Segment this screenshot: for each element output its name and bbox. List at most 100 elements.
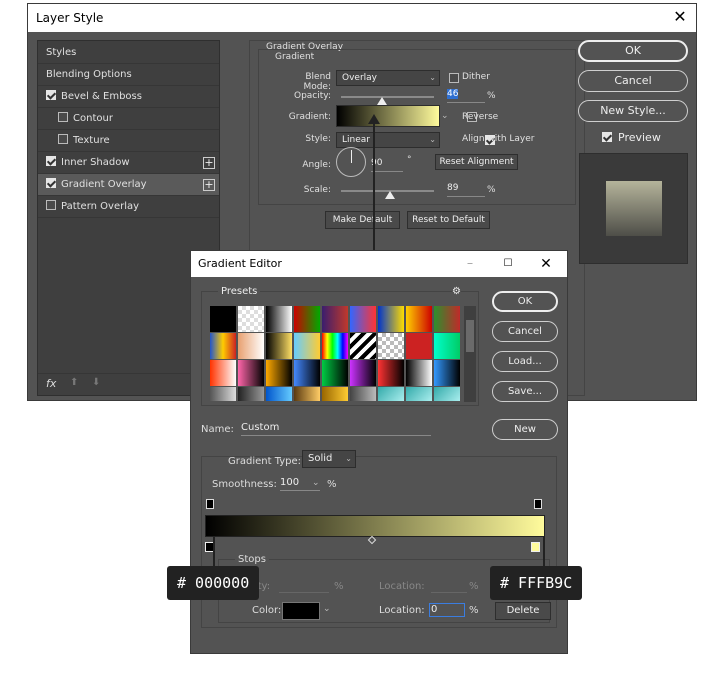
preset-swatch[interactable] <box>266 333 292 359</box>
new-style-button[interactable]: New Style... <box>578 100 688 122</box>
scrollbar-thumb[interactable] <box>466 320 474 352</box>
sidebar-checkbox[interactable] <box>46 200 56 210</box>
cancel-button[interactable]: Cancel <box>578 70 688 92</box>
sidebar-item-inner-shadow[interactable]: Inner Shadow + <box>38 152 219 174</box>
fx-icon[interactable]: fx <box>46 377 56 390</box>
sidebar-checkbox[interactable] <box>46 156 56 166</box>
preset-swatch[interactable] <box>434 306 460 332</box>
delete-button[interactable]: Delete <box>495 602 551 620</box>
ok-button[interactable]: OK <box>492 291 558 312</box>
scale-input[interactable]: 89 <box>447 183 485 197</box>
maximize-icon[interactable]: ☐ <box>499 255 517 273</box>
sidebar-checkbox[interactable] <box>46 90 56 100</box>
reset-alignment-button[interactable]: Reset Alignment <box>435 154 518 170</box>
sidebar-item-blending-options[interactable]: Blending Options <box>38 64 219 86</box>
chevron-down-icon[interactable]: ⌄ <box>441 105 451 127</box>
make-default-button[interactable]: Make Default <box>325 211 400 229</box>
preset-swatch[interactable] <box>266 360 292 386</box>
style-select[interactable]: Linear ⌄ <box>336 132 440 148</box>
sidebar-checkbox[interactable] <box>58 134 68 144</box>
preset-swatch[interactable] <box>294 306 320 332</box>
preset-swatch[interactable] <box>406 387 432 401</box>
preset-swatch[interactable] <box>322 306 348 332</box>
preset-swatch[interactable] <box>350 360 376 386</box>
dither-checkbox[interactable] <box>449 73 459 83</box>
preview-checkbox[interactable] <box>602 132 612 142</box>
gradient-swatch[interactable] <box>336 105 440 127</box>
preset-swatch[interactable] <box>210 360 236 386</box>
preset-swatch[interactable] <box>378 387 404 401</box>
stop-color-swatch[interactable] <box>282 602 320 620</box>
angle-dial[interactable] <box>336 147 366 177</box>
opacity-stop-left[interactable] <box>206 499 214 509</box>
preset-swatch[interactable] <box>294 333 320 359</box>
minimize-icon[interactable]: ⎯ <box>461 255 479 273</box>
preset-swatch[interactable] <box>238 333 264 359</box>
reset-to-default-button[interactable]: Reset to Default <box>407 211 490 229</box>
chevron-down-icon[interactable]: ⌄ <box>323 604 331 614</box>
preset-swatch[interactable] <box>294 387 320 401</box>
close-icon[interactable]: ✕ <box>537 255 555 273</box>
scale-slider-thumb[interactable] <box>385 191 395 199</box>
sidebar-checkbox[interactable] <box>58 112 68 122</box>
gradient-type-select[interactable]: Solid ⌄ <box>302 450 356 468</box>
opacity-slider[interactable] <box>341 96 434 98</box>
save-button[interactable]: Save... <box>492 381 558 402</box>
opacity-slider-thumb[interactable] <box>377 97 387 105</box>
preset-swatch[interactable] <box>210 387 236 401</box>
preset-swatch[interactable] <box>434 333 460 359</box>
close-icon[interactable]: ✕ <box>670 7 690 27</box>
blend-mode-select[interactable]: Overlay ⌄ <box>336 70 440 86</box>
chevron-down-icon[interactable]: ⌄ <box>312 478 320 488</box>
preset-swatch[interactable] <box>350 333 376 359</box>
preset-swatch[interactable] <box>266 306 292 332</box>
preset-swatch[interactable] <box>406 306 432 332</box>
sidebar-item-pattern-overlay[interactable]: Pattern Overlay <box>38 196 219 218</box>
add-icon[interactable]: + <box>203 179 215 191</box>
preset-swatch[interactable] <box>266 387 292 401</box>
stop-opacity-input[interactable] <box>279 579 329 593</box>
cancel-button[interactable]: Cancel <box>492 321 558 342</box>
move-up-icon[interactable]: ⬆ <box>70 377 78 388</box>
preset-swatch[interactable] <box>350 387 376 401</box>
sidebar-item-bevel-emboss[interactable]: Bevel & Emboss <box>38 86 219 108</box>
preset-swatch[interactable] <box>434 360 460 386</box>
preset-swatch[interactable] <box>238 306 264 332</box>
preset-swatch[interactable] <box>238 360 264 386</box>
gear-icon[interactable]: ⚙ <box>452 286 461 297</box>
opacity-input[interactable]: 46 <box>447 89 485 103</box>
sidebar-item-gradient-overlay[interactable]: Gradient Overlay + <box>38 174 219 196</box>
preset-swatch[interactable] <box>294 360 320 386</box>
gradient-bar[interactable] <box>205 515 545 537</box>
new-button[interactable]: New <box>492 419 558 440</box>
opacity-stop-right[interactable] <box>534 499 542 509</box>
load-button[interactable]: Load... <box>492 351 558 372</box>
sidebar-item-styles[interactable]: Styles <box>38 42 219 64</box>
preset-swatch[interactable] <box>238 387 264 401</box>
preset-swatch[interactable] <box>406 360 432 386</box>
midpoint-diamond[interactable] <box>367 535 377 545</box>
preset-swatch[interactable] <box>406 333 432 359</box>
move-down-icon[interactable]: ⬇ <box>92 377 100 388</box>
preset-swatch[interactable] <box>350 306 376 332</box>
preset-swatch[interactable] <box>322 387 348 401</box>
sidebar-checkbox[interactable] <box>46 178 56 188</box>
stop-color-location-input[interactable]: 0 <box>429 603 465 617</box>
preset-swatch[interactable] <box>210 333 236 359</box>
stop-opacity-location-input[interactable] <box>431 579 467 593</box>
color-stop-right[interactable] <box>531 542 540 552</box>
preset-swatch[interactable] <box>378 306 404 332</box>
preset-swatch[interactable] <box>210 306 236 332</box>
presets-scrollbar[interactable] <box>464 306 476 402</box>
preset-swatch[interactable] <box>322 360 348 386</box>
name-input[interactable]: Custom <box>241 422 431 436</box>
sidebar-item-texture[interactable]: Texture <box>38 130 219 152</box>
angle-input[interactable]: 90 <box>371 158 403 172</box>
preset-swatch[interactable] <box>322 333 348 359</box>
ok-button[interactable]: OK <box>578 40 688 62</box>
preset-swatch[interactable] <box>434 387 460 401</box>
preset-swatch[interactable] <box>378 360 404 386</box>
sidebar-item-contour[interactable]: Contour <box>38 108 219 130</box>
preset-swatch[interactable] <box>378 333 404 359</box>
add-icon[interactable]: + <box>203 157 215 169</box>
